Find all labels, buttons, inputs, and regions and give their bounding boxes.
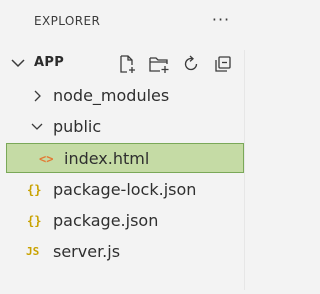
js-file-icon: JS	[26, 245, 40, 258]
panel-divider	[244, 50, 245, 290]
section-title: APP	[34, 55, 65, 70]
tree-item-label: index.html	[64, 149, 150, 168]
tree-item-public[interactable]: public	[0, 112, 250, 142]
chevron-down-icon	[31, 123, 43, 130]
tree-item-package-lock-json[interactable]: {} package-lock.json	[0, 175, 250, 205]
tree-item-node-modules[interactable]: node_modules	[0, 81, 250, 111]
tree-item-index-html[interactable]: <> index.html	[6, 143, 244, 173]
html-file-icon: <>	[39, 152, 54, 166]
section-header-app[interactable]: APP	[0, 49, 250, 77]
tree-item-server-js[interactable]: JS server.js	[0, 237, 250, 267]
new-folder-icon[interactable]	[147, 52, 171, 76]
chevron-down-icon	[11, 59, 25, 68]
tree-item-package-json[interactable]: {} package.json	[0, 206, 250, 236]
collapse-all-icon[interactable]	[211, 52, 235, 76]
new-file-icon[interactable]	[115, 52, 139, 76]
chevron-right-icon	[34, 90, 41, 102]
tree-item-label: server.js	[53, 242, 121, 261]
explorer-panel: EXPLORER ··· APP node_modules public <> …	[0, 0, 250, 294]
explorer-title: EXPLORER	[34, 14, 101, 28]
tree-item-label: package-lock.json	[53, 180, 197, 199]
json-file-icon: {}	[27, 183, 42, 197]
tree-item-label: public	[53, 117, 102, 136]
json-file-icon: {}	[27, 214, 42, 228]
tree-item-label: package.json	[53, 211, 159, 230]
more-actions-icon[interactable]: ···	[206, 9, 236, 31]
section-actions	[115, 52, 243, 76]
tree-item-label: node_modules	[53, 86, 170, 105]
refresh-icon[interactable]	[179, 52, 203, 76]
